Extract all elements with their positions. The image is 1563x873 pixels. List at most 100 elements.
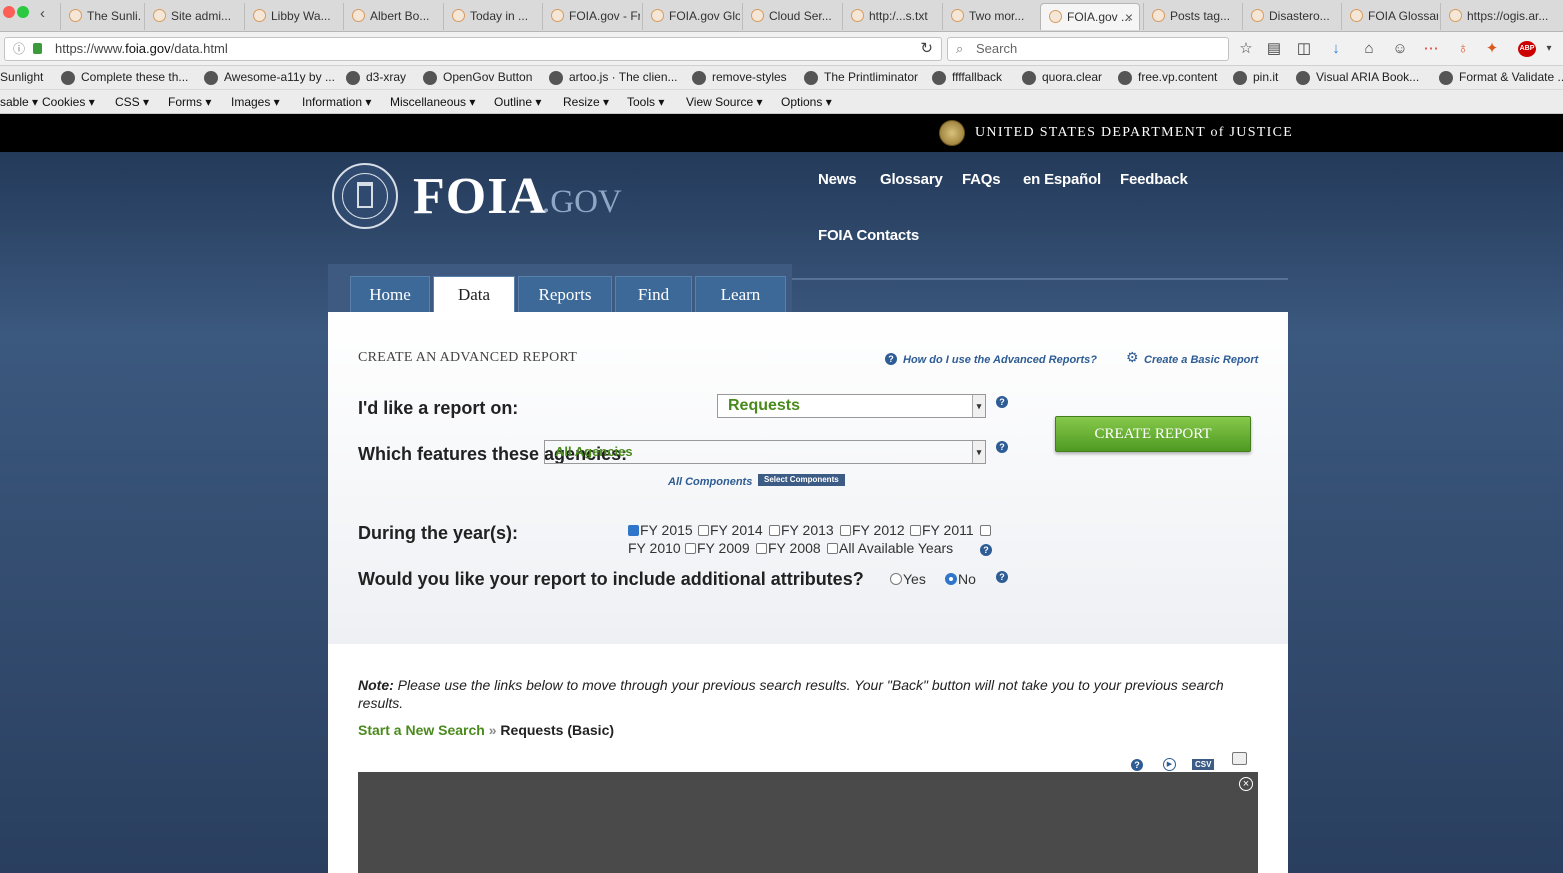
close-window-icon[interactable]: [3, 6, 15, 18]
bookmark-item[interactable]: d3-xray: [346, 70, 406, 85]
browser-tab[interactable]: Two mor...: [942, 3, 1038, 30]
year-checkbox[interactable]: All Available Years: [827, 540, 953, 556]
start-new-search-link[interactable]: Start a New Search: [358, 722, 485, 738]
download-icon[interactable]: ↓: [1328, 41, 1344, 57]
csv-button[interactable]: CSV: [1192, 759, 1215, 770]
bookmark-item[interactable]: ffffallback: [932, 70, 1002, 85]
year-checkbox[interactable]: FY 2015: [628, 522, 693, 538]
browser-tab[interactable]: FOIA.gov Glo...: [642, 3, 740, 30]
bookmark-star-icon[interactable]: ☆: [1238, 41, 1254, 57]
year-checkbox[interactable]: FY 2011: [910, 522, 974, 538]
print-icon[interactable]: [1232, 752, 1247, 765]
year-checkbox[interactable]: FY 2008: [756, 540, 821, 556]
url-bar[interactable]: ⓘ https://www.foia.gov/data.html ↻: [4, 37, 942, 61]
bookmark-item[interactable]: Visual ARIA Book...: [1296, 70, 1419, 85]
reload-icon[interactable]: ↻: [920, 38, 933, 60]
devtools-menu-item[interactable]: View Source ▾: [686, 95, 763, 109]
year-checkbox[interactable]: FY 2012: [840, 522, 905, 538]
bookmark-item[interactable]: Format & Validate ...: [1439, 70, 1563, 85]
browser-tab[interactable]: https://ogis.ar...: [1440, 3, 1550, 30]
foia-seal-logo[interactable]: [332, 163, 398, 229]
bookmark-item[interactable]: The Printliminator: [804, 70, 918, 85]
bookmark-item[interactable]: OpenGov Button: [423, 70, 532, 85]
browser-tab[interactable]: Disastero...: [1242, 3, 1339, 30]
radio-no[interactable]: [945, 573, 957, 585]
bookmark-item[interactable]: pin.it: [1233, 70, 1278, 85]
bookmark-item[interactable]: artoo.js · The clien...: [549, 70, 678, 85]
browser-tab[interactable]: Site admi...: [144, 3, 242, 30]
devtools-menu-item[interactable]: Outline ▾: [494, 95, 541, 109]
year-checkbox[interactable]: FY 2009: [685, 540, 750, 556]
browser-tab[interactable]: Libby Wa...: [244, 3, 341, 30]
gear-icon[interactable]: ⚙: [1126, 349, 1139, 366]
report-on-select[interactable]: Requests ▾: [717, 394, 986, 418]
checkbox[interactable]: [698, 525, 709, 536]
devtools-menu-item[interactable]: CSS ▾: [115, 95, 149, 109]
close-tab-icon[interactable]: ×: [1125, 4, 1133, 30]
devtools-menu-item[interactable]: Options ▾: [781, 95, 832, 109]
all-components-link[interactable]: All Components: [668, 476, 752, 488]
advanced-help-link[interactable]: How do I use the Advanced Reports?: [903, 354, 1097, 366]
attributes-yes-radio[interactable]: Yes: [890, 571, 926, 587]
chat-icon[interactable]: ☺: [1392, 41, 1408, 57]
nav-news[interactable]: News: [818, 171, 857, 188]
devtools-menu-item[interactable]: Cookies ▾: [42, 95, 95, 109]
home-icon[interactable]: ⌂: [1361, 41, 1377, 57]
devtools-menu-item[interactable]: Images ▾: [231, 95, 280, 109]
help-icon[interactable]: ?: [885, 353, 897, 365]
scroll-tabs-left-icon[interactable]: ‹: [40, 5, 45, 22]
devtools-menu-item[interactable]: Information ▾: [302, 95, 371, 109]
checkbox[interactable]: [980, 525, 991, 536]
logo-foia[interactable]: FOIA: [413, 169, 547, 225]
tab-data[interactable]: Data: [433, 276, 515, 313]
tab-find[interactable]: Find: [615, 276, 692, 312]
tab-home[interactable]: Home: [350, 276, 430, 312]
bookmark-item[interactable]: Awesome-a11y by ...: [204, 70, 335, 85]
extension-icon[interactable]: ⋯: [1423, 41, 1439, 57]
year-checkbox[interactable]: FY 2010: [628, 540, 681, 556]
browser-tab[interactable]: FOIA.gov - Fr...: [542, 3, 640, 30]
year-checkbox-fy2010[interactable]: [980, 522, 992, 538]
browser-tab[interactable]: Albert Bo...: [343, 3, 441, 30]
browser-tab[interactable]: http:/...s.txt: [842, 3, 940, 30]
zoom-window-icon[interactable]: [17, 6, 29, 18]
year-checkbox[interactable]: FY 2013: [769, 522, 834, 538]
checkbox[interactable]: [628, 525, 639, 536]
help-icon[interactable]: ?: [996, 396, 1008, 408]
bookmark-item[interactable]: Sunlight: [0, 70, 43, 84]
basic-report-link[interactable]: Create a Basic Report: [1144, 354, 1258, 366]
bookmark-item[interactable]: quora.clear: [1022, 70, 1102, 85]
attributes-no-radio[interactable]: No: [945, 571, 976, 587]
info-icon[interactable]: ⓘ: [13, 38, 25, 60]
agencies-select[interactable]: All Agencies ▾: [544, 440, 986, 464]
devtools-menu-item[interactable]: Tools ▾: [627, 95, 664, 109]
checkbox[interactable]: [769, 525, 780, 536]
close-icon[interactable]: ×: [1239, 777, 1253, 791]
logo-gov[interactable]: .GOV: [542, 184, 622, 220]
help-icon[interactable]: ?: [996, 571, 1008, 583]
help-icon[interactable]: ?: [980, 544, 992, 556]
help-icon[interactable]: ?: [996, 441, 1008, 453]
devtools-menu-item[interactable]: Miscellaneous ▾: [390, 95, 475, 109]
menu-chevron-icon[interactable]: ▾: [1541, 41, 1557, 57]
browser-tab[interactable]: Today in ...: [443, 3, 540, 30]
adblock-icon[interactable]: ABP: [1518, 41, 1536, 57]
checkbox[interactable]: [910, 525, 921, 536]
select-components-button[interactable]: Select Components: [758, 474, 845, 486]
checkbox[interactable]: [685, 543, 696, 554]
extension-fox-icon[interactable]: ♁: [1455, 41, 1471, 57]
extension-bug-icon[interactable]: ✦: [1484, 41, 1500, 57]
radio-yes[interactable]: [890, 573, 902, 585]
nav-foia-contacts[interactable]: FOIA Contacts: [818, 227, 919, 244]
bookmark-item[interactable]: Complete these th...: [61, 70, 188, 85]
reading-list-icon[interactable]: ▤: [1266, 41, 1282, 57]
checkbox[interactable]: [756, 543, 767, 554]
year-checkbox[interactable]: FY 2014: [698, 522, 763, 538]
devtools-menu-item[interactable]: Resize ▾: [563, 95, 609, 109]
nav-glossary[interactable]: Glossary: [880, 171, 943, 188]
doj-banner-text[interactable]: UNITED STATES DEPARTMENT of JUSTICE: [975, 125, 1293, 141]
browser-tab[interactable]: Posts tag...: [1143, 3, 1240, 30]
play-icon[interactable]: ▶: [1163, 758, 1176, 771]
checkbox[interactable]: [840, 525, 851, 536]
bookmark-item[interactable]: free.vp.content: [1118, 70, 1217, 85]
